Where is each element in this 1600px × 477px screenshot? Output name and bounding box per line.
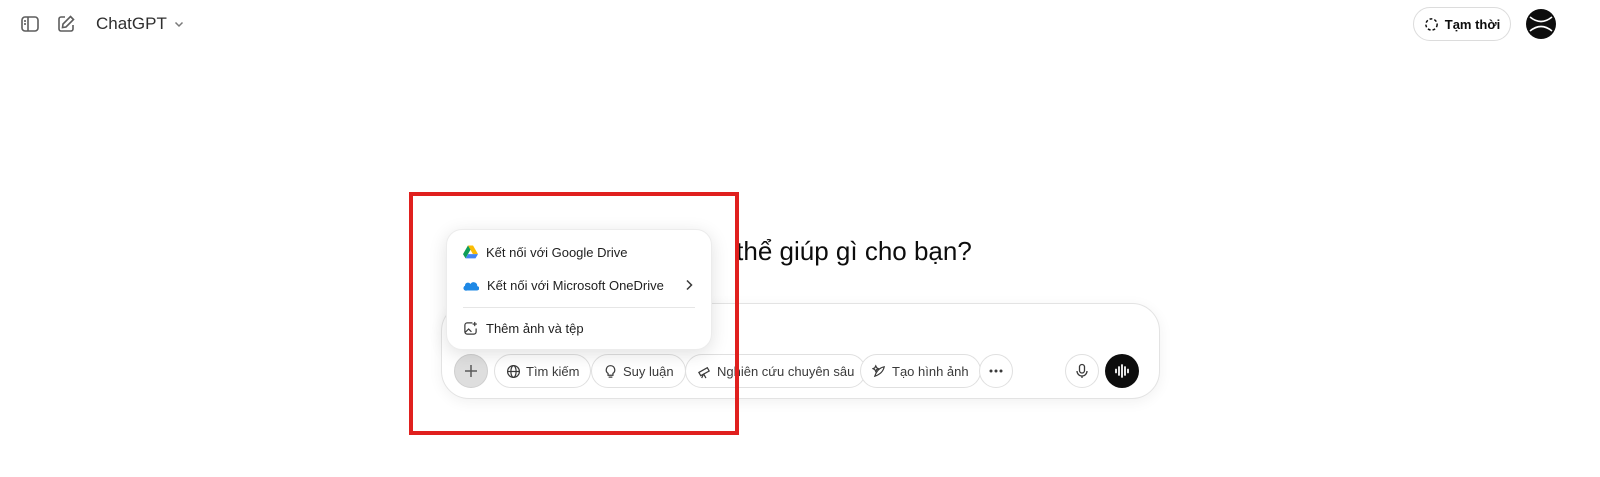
add-image-icon bbox=[464, 321, 477, 335]
waveform-icon bbox=[1115, 364, 1129, 378]
sidebar-icon bbox=[21, 16, 39, 32]
globe-icon bbox=[506, 364, 521, 378]
deep-research-tool-button[interactable]: Nghiên cứu chuyên sâu bbox=[685, 354, 867, 388]
composer-toolbar: Tìm kiếm Suy luận Nghiên cứu chuyên sâu … bbox=[452, 354, 1149, 390]
microphone-icon bbox=[1076, 363, 1088, 378]
search-tool-label: Tìm kiếm bbox=[526, 363, 580, 379]
create-image-tool-label: Tạo hình ảnh bbox=[892, 363, 969, 379]
menu-item-label: Kết nối với Google Drive bbox=[486, 244, 628, 260]
create-image-tool-button[interactable]: Tạo hình ảnh bbox=[860, 354, 981, 388]
attach-button[interactable] bbox=[454, 354, 488, 388]
lightbulb-icon bbox=[605, 364, 616, 378]
attach-menu: Kết nối với Google Drive Kết nối với Mic… bbox=[446, 229, 712, 350]
temporary-chat-button[interactable]: Tạm thời bbox=[1413, 7, 1511, 41]
ellipsis-icon bbox=[989, 369, 1003, 373]
plus-icon bbox=[465, 365, 477, 377]
menu-item-add-files[interactable]: Thêm ảnh và tệp bbox=[455, 313, 703, 343]
menu-item-label: Kết nối với Microsoft OneDrive bbox=[487, 277, 664, 293]
avatar[interactable] bbox=[1526, 9, 1556, 39]
telescope-icon bbox=[698, 366, 711, 378]
reason-tool-label: Suy luận bbox=[623, 363, 674, 379]
menu-divider bbox=[463, 307, 695, 308]
model-name: ChatGPT bbox=[96, 14, 167, 33]
sidebar-toggle-button[interactable] bbox=[14, 8, 46, 40]
image-sparkle-icon bbox=[872, 364, 885, 377]
chevron-down-icon bbox=[174, 21, 183, 28]
more-tools-button[interactable] bbox=[979, 354, 1013, 388]
voice-mode-button[interactable] bbox=[1105, 354, 1139, 388]
onedrive-icon bbox=[463, 281, 479, 291]
model-selector[interactable]: ChatGPT bbox=[88, 10, 193, 38]
google-drive-icon bbox=[463, 245, 478, 259]
menu-item-google-drive[interactable]: Kết nối với Google Drive bbox=[455, 237, 703, 267]
search-tool-button[interactable]: Tìm kiếm bbox=[494, 354, 592, 388]
edit-icon bbox=[58, 15, 75, 32]
dashed-circle-icon bbox=[1424, 17, 1438, 31]
dictate-button[interactable] bbox=[1065, 354, 1099, 388]
deep-research-tool-label: Nghiên cứu chuyên sâu bbox=[717, 363, 855, 379]
new-chat-button[interactable] bbox=[50, 8, 82, 40]
menu-item-label: Thêm ảnh và tệp bbox=[486, 320, 584, 336]
chevron-right-icon bbox=[686, 279, 693, 291]
temporary-label: Tạm thời bbox=[1444, 16, 1501, 32]
menu-item-onedrive[interactable]: Kết nối với Microsoft OneDrive bbox=[455, 270, 703, 300]
reason-tool-button[interactable]: Suy luận bbox=[591, 354, 686, 388]
page-title: thể giúp gì cho bạn? bbox=[736, 236, 972, 266]
avatar-logo-icon bbox=[1529, 16, 1553, 32]
